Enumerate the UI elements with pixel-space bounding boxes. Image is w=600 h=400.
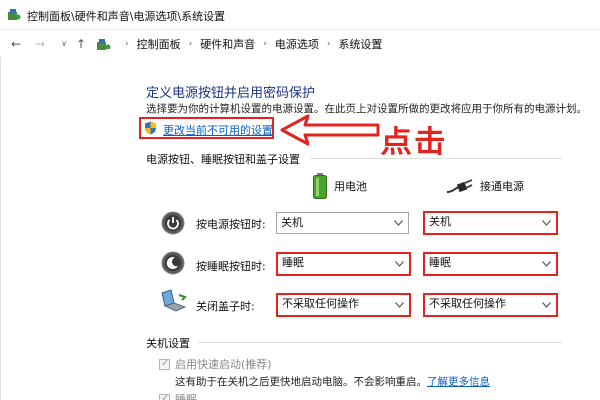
select-value: 睡眠 (429, 256, 451, 269)
breadcrumb-separator: › (263, 39, 267, 49)
click-annotation: 点击 (380, 125, 448, 160)
column-header-battery: 用电池 (313, 173, 367, 199)
annotation-arrow-icon (280, 114, 380, 146)
change-unavailable-settings-link[interactable]: 更改当前不可用的设置 (163, 122, 273, 138)
column-header-plugged-in: 接通电源 (447, 178, 524, 194)
check-icon: ✓ (161, 358, 170, 369)
chevron-down-icon (542, 220, 551, 226)
close-lid-label: 关闭盖子时: (196, 300, 255, 313)
fast-startup-description: 这有助于在关机之后更快地启动电脑。不会影响重启。了解更多信息 (175, 374, 490, 389)
sleep-button-plugged-select[interactable]: 睡眠 (423, 252, 558, 276)
close-lid-plugged-select[interactable]: 不采取任何操作 (423, 293, 558, 317)
sleep-button-battery-select[interactable]: 睡眠 (276, 252, 411, 276)
power-button-battery-select[interactable]: 关机 (276, 212, 409, 234)
power-button-plugged-select[interactable]: 关机 (423, 211, 558, 235)
select-value: 关机 (429, 215, 451, 228)
breadcrumb: › 控制面板 › 硬件和声音 › 电源选项 › 系统设置 (96, 35, 382, 53)
laptop-lid-icon (161, 289, 187, 312)
power-button-label: 按电源按钮时: (196, 218, 266, 231)
close-lid-battery-select[interactable]: 不采取任何操作 (276, 293, 411, 317)
breadcrumb-item-power-options[interactable]: 电源选项 (275, 36, 319, 52)
power-buttons-section-header: 电源按钮、睡眠按钮和盖子设置 (146, 153, 300, 166)
section-divider (198, 342, 562, 343)
breadcrumb-item-hardware-sound[interactable]: 硬件和声音 (200, 36, 255, 52)
title-bar: 控制面板\硬件和声音\电源选项\系统设置 (0, 0, 600, 30)
forward-button[interactable]: → (32, 36, 48, 52)
breadcrumb-separator: › (188, 39, 193, 49)
column-label-plugged-in: 接通电源 (480, 180, 524, 193)
window-border (0, 57, 1, 400)
window-title: 控制面板\硬件和声音\电源选项\系统设置 (27, 10, 226, 23)
chevron-down-icon (542, 261, 551, 267)
sleep-label: 睡眠 (175, 393, 197, 400)
fast-startup-label: 启用快速启动(推荐) (175, 358, 272, 371)
chevron-down-icon (542, 302, 551, 308)
sleep-button-label: 按睡眠按钮时: (196, 260, 266, 273)
battery-icon (313, 173, 327, 199)
sleep-checkbox[interactable]: ✓ (159, 393, 170, 400)
column-label-battery: 用电池 (334, 180, 367, 193)
uac-shield-icon (145, 121, 156, 135)
description-text: 这有助于在关机之后更快地启动电脑。不会影响重启。 (175, 376, 427, 388)
fast-startup-checkbox[interactable]: ✓ (159, 358, 170, 370)
chevron-down-icon (394, 220, 403, 226)
chevron-down-icon (395, 302, 404, 308)
section-divider (310, 158, 562, 159)
control-panel-icon (97, 38, 111, 50)
recent-locations-button[interactable]: ∨ (56, 36, 72, 52)
power-plug-icon (447, 179, 473, 193)
select-value: 睡眠 (282, 256, 304, 269)
select-value: 不采取任何操作 (282, 297, 359, 310)
up-button[interactable]: ↑ (73, 36, 89, 52)
power-button-icon (161, 211, 185, 235)
breadcrumb-separator: › (125, 39, 129, 49)
breadcrumb-separator: › (326, 39, 331, 49)
check-icon: ✓ (161, 393, 170, 400)
back-button[interactable]: ← (8, 36, 24, 52)
breadcrumb-item-control-panel[interactable]: 控制面板 (137, 36, 181, 52)
select-value: 关机 (281, 216, 303, 229)
chevron-down-icon (395, 261, 404, 267)
address-bar: ← → ∨ ↑ › 控制面板 › 硬件和声音 › 电源选项 › 系统设置 (0, 31, 600, 57)
learn-more-link[interactable]: 了解更多信息 (427, 376, 490, 388)
control-panel-icon (8, 9, 21, 20)
sleep-button-icon (161, 251, 185, 275)
page-title: 定义电源按钮并启用密码保护 (146, 86, 316, 101)
select-value: 不采取任何操作 (429, 297, 506, 310)
shutdown-section-header: 关机设置 (146, 337, 190, 350)
breadcrumb-item-system-settings[interactable]: 系统设置 (338, 36, 382, 52)
